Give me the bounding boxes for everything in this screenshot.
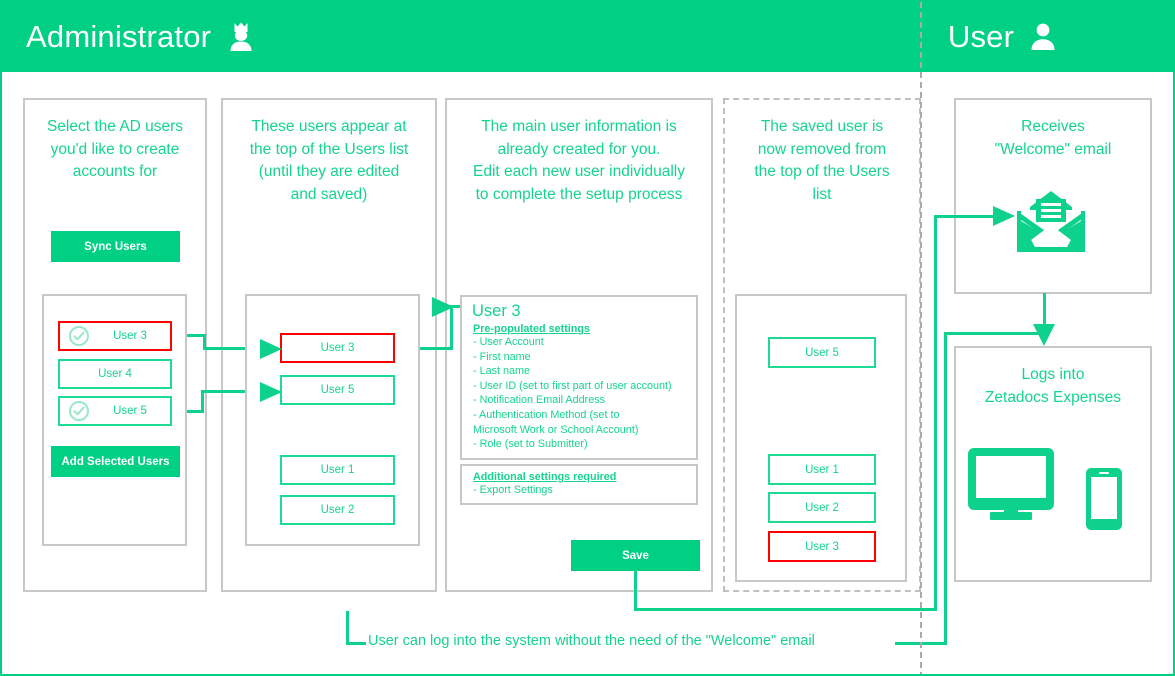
panel-receives-welcome-email-heading: Receives "Welcome" email (994, 118, 1112, 158)
administrator-lane-title: Administrator (26, 19, 212, 54)
user-detail-card-title: User 3 (472, 302, 521, 320)
additional-item: - Export Settings (473, 484, 553, 496)
user-row-user2-col2[interactable]: User 2 (280, 495, 395, 525)
user-row-user1-col2[interactable]: User 1 (280, 455, 395, 485)
prepopulated-item: - Authentication Method (set to (473, 408, 620, 421)
user-row-user3-col4[interactable]: User 3 (768, 531, 876, 562)
user-detail-card-prepopulated: User 3 Pre-populated settings - User Acc… (460, 295, 698, 460)
prepopulated-item: - Notification Email Address (473, 394, 606, 407)
ad-user-row-user4[interactable]: User 4 (58, 359, 172, 389)
swimlane-divider (920, 2, 922, 674)
check-circle-icon (68, 325, 90, 347)
connector-bottomnote-to-login (944, 332, 1045, 335)
user-detail-card-additional: Additional settings required - Export Se… (460, 464, 698, 505)
connector-bottomnote-left-vert (346, 611, 349, 644)
prepopulated-item: - Last name (473, 365, 531, 378)
prepopulated-item: - Role (set to Submitter) (473, 438, 588, 451)
additional-settings-label: Additional settings required (473, 471, 617, 483)
sync-users-button[interactable]: Sync Users (51, 231, 180, 262)
ad-user-row-user4-label: User 4 (98, 368, 132, 380)
user-row-user1-col2-label: User 1 (320, 464, 355, 476)
new-user-row-user5-col4[interactable]: User 5 (768, 337, 876, 368)
administrator-lane-header: Administrator (2, 2, 920, 72)
mobile-phone-icon (1086, 468, 1122, 535)
prepopulated-item: - First name (473, 350, 531, 363)
new-user-row-user3-col2-label: User 3 (320, 342, 355, 354)
connector-save-step1 (634, 568, 637, 611)
ad-user-row-user3[interactable]: User 3 (58, 321, 172, 351)
connector-bottomnote-left-horiz (346, 642, 368, 645)
prepopulated-item: Microsoft Work or School Account) (473, 423, 639, 436)
user-row-user3-col4-label: User 3 (805, 540, 839, 553)
new-user-row-user5-col2-label: User 5 (320, 384, 355, 396)
user-row-user2-col2-label: User 2 (320, 504, 355, 516)
connector-user5-step2 (201, 390, 204, 413)
connector-save-step2 (634, 608, 937, 611)
new-user-row-user3-col2[interactable]: User 3 (280, 333, 395, 363)
column-new-users-top-heading: These users appear at the top of the Use… (249, 118, 409, 203)
prepopulated-item: - User ID (set to first part of user acc… (473, 379, 672, 392)
user-lane-title: User (947, 19, 1015, 54)
ad-user-row-user5-label: User 5 (113, 405, 147, 417)
user-row-user1-col4-label: User 1 (805, 463, 839, 476)
open-envelope-email-icon (1015, 191, 1087, 258)
ad-user-row-user3-label: User 3 (113, 330, 147, 342)
new-user-row-user5-col2[interactable]: User 5 (280, 375, 395, 405)
flow-diagram-canvas: Administrator User Select the AD users y… (0, 0, 1175, 676)
column-select-ad-users-heading: Select the AD users you'd like to create… (46, 118, 184, 180)
ad-user-row-user5[interactable]: User 5 (58, 396, 172, 426)
connector-welcome-to-login-step1 (1043, 293, 1046, 331)
user-lane-header: User (920, 2, 1173, 72)
user-row-user2-col4-label: User 2 (805, 501, 839, 514)
prepopulated-settings-label: Pre-populated settings (473, 323, 590, 335)
save-button[interactable]: Save (571, 540, 700, 571)
connector-save-step3 (934, 215, 937, 611)
column-saved-user-removed-heading: The saved user is now removed from the t… (754, 118, 890, 203)
connector-detail-step2 (450, 305, 453, 350)
check-circle-icon (68, 400, 90, 422)
prepopulated-item: - User Account (473, 336, 544, 348)
connector-bottomnote-right-vert (944, 332, 947, 645)
add-selected-users-button[interactable]: Add Selected Users (51, 446, 180, 477)
panel-logs-into-expenses-heading: Logs into Zetadocs Expenses (984, 366, 1122, 406)
new-user-row-user5-col4-label: User 5 (805, 346, 839, 359)
person-icon (1027, 21, 1059, 53)
connector-save-step4 (934, 215, 997, 218)
user-row-user2-col4[interactable]: User 2 (768, 492, 876, 523)
bottom-note-text: User can log into the system without the… (366, 633, 817, 649)
administrator-crown-person-icon (224, 20, 258, 54)
user-row-user1-col4[interactable]: User 1 (768, 454, 876, 485)
connector-detail-step3 (450, 305, 460, 308)
desktop-monitor-icon (968, 448, 1054, 525)
column-edit-user-details-heading: The main user information is already cre… (473, 118, 685, 203)
